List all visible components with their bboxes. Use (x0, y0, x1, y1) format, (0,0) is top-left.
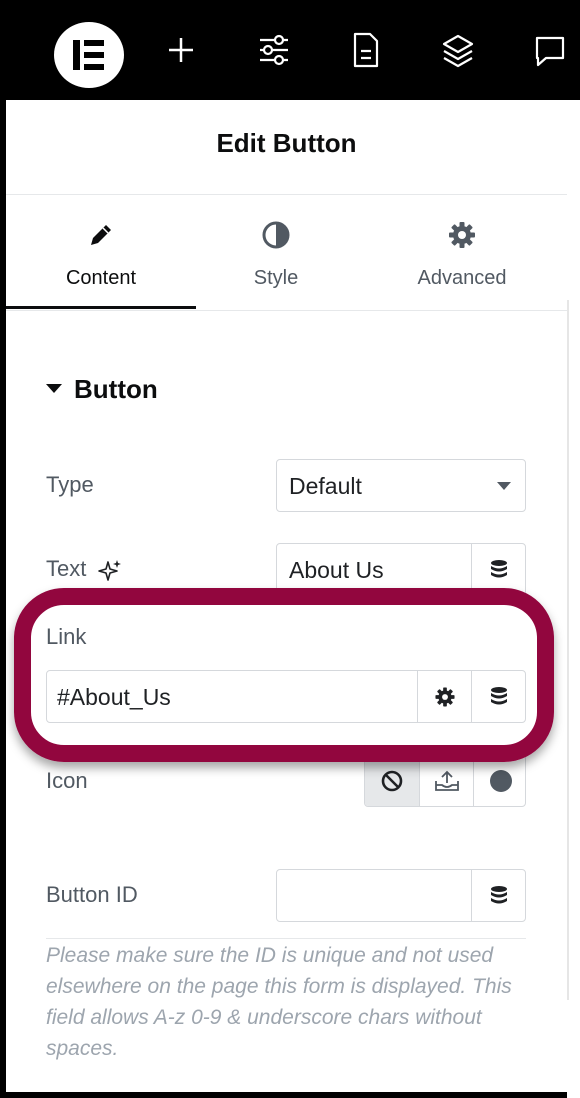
sparkle-icon[interactable] (98, 558, 122, 582)
gear-icon (447, 220, 477, 250)
text-label: Text (46, 556, 87, 581)
panel-title: Edit Button (216, 128, 357, 158)
section-divider (46, 938, 526, 939)
type-select[interactable]: Default (276, 459, 526, 512)
type-label: Type (46, 472, 94, 497)
page-icon[interactable] (349, 30, 383, 70)
tab-style[interactable]: Style (186, 196, 366, 308)
panel-scroll-edge (567, 100, 580, 1098)
top-toolbar (0, 0, 580, 100)
link-highlight-annotation (14, 588, 554, 762)
section-toggle-button[interactable]: Button (46, 374, 158, 405)
elementor-logo-icon[interactable] (54, 22, 124, 88)
button-id-help-text: Please make sure the ID is unique and no… (46, 944, 512, 1060)
button-id-label: Button ID (46, 882, 138, 907)
comment-icon[interactable] (533, 30, 567, 70)
button-id-field[interactable] (276, 869, 526, 922)
settings-sliders-icon[interactable] (257, 30, 291, 70)
text-label-row: Text (46, 556, 122, 582)
layers-icon[interactable] (441, 30, 475, 70)
chevron-down-icon (497, 482, 511, 490)
icon-label: Icon (46, 768, 88, 793)
database-icon (490, 559, 507, 577)
database-icon (490, 885, 507, 903)
tab-label-style: Style (253, 267, 299, 289)
icon-library-button[interactable] (473, 755, 525, 806)
button-id-dynamic-tags-button[interactable] (471, 870, 525, 921)
none-icon (381, 770, 403, 791)
tab-label-content: Content (65, 267, 137, 289)
active-tab-indicator (6, 306, 196, 309)
tab-content[interactable]: Content (6, 196, 196, 308)
icon-upload-button[interactable] (419, 755, 473, 806)
caret-down-icon (46, 383, 62, 393)
circle-icon (489, 769, 512, 792)
pencil-icon (86, 220, 116, 250)
upload-icon (434, 770, 459, 791)
icon-none-button[interactable] (365, 755, 419, 806)
header-divider (6, 194, 567, 195)
half-circle-icon (261, 220, 291, 250)
tabs-divider (6, 310, 567, 311)
type-select-value: Default (289, 473, 362, 499)
text-field-value: About Us (289, 557, 384, 583)
add-icon[interactable] (164, 30, 198, 70)
tab-label-advanced: Advanced (417, 267, 507, 289)
tab-advanced[interactable]: Advanced (372, 196, 552, 308)
section-title: Button (74, 374, 158, 404)
